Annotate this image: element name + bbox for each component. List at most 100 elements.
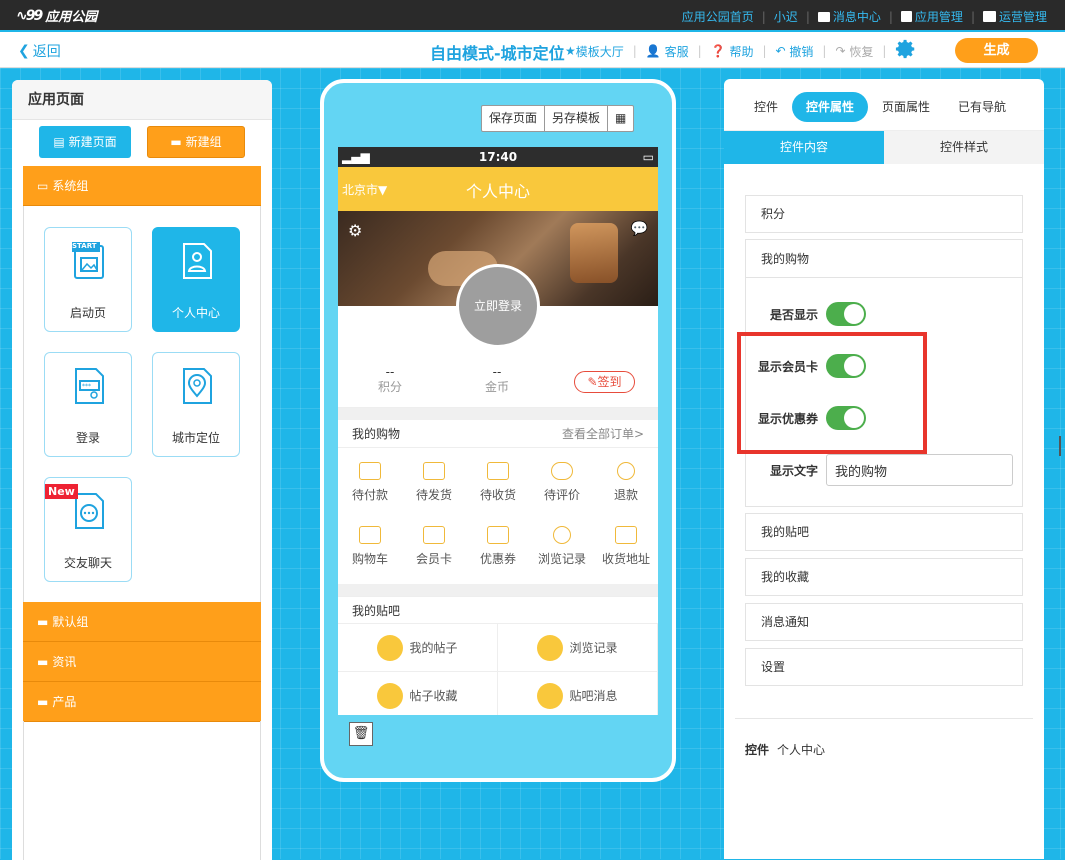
- shop-item-label: 待发货: [415, 488, 452, 502]
- delete-button[interactable]: 🗑: [349, 722, 373, 746]
- nav-apps-link[interactable]: 应用管理: [900, 8, 963, 25]
- setting-my-favorites[interactable]: 我的收藏: [745, 558, 1023, 596]
- scrollbar-handle[interactable]: [1059, 436, 1061, 456]
- truck-icon: [487, 462, 509, 480]
- shop-item-label: 会员卡: [415, 552, 452, 566]
- group-product-label: 产品: [52, 694, 77, 709]
- stat-coins-label: 金币: [484, 380, 509, 394]
- shop-item-pending-shipment[interactable]: 待发货: [402, 452, 466, 516]
- shop-item-label: 浏览记录: [537, 552, 586, 566]
- page-card-personal-center[interactable]: 个人中心: [152, 227, 240, 332]
- page-card-chat[interactable]: New 交友聊天: [44, 477, 132, 582]
- app-header: 北京市▼ 个人中心: [338, 167, 658, 211]
- nav-home-link[interactable]: 应用公园首页: [682, 8, 754, 25]
- map-icon: [615, 526, 637, 544]
- chevron-left-icon: ❮: [18, 43, 30, 59]
- shop-item-member-card[interactable]: 会员卡: [402, 516, 466, 580]
- tieba-favorites[interactable]: 帖子收藏: [338, 672, 498, 715]
- signin-label: 签到: [597, 375, 622, 389]
- page-card-start[interactable]: START 启动页: [44, 227, 132, 332]
- setting-my-tieba[interactable]: 我的贴吧: [745, 513, 1023, 551]
- service-button[interactable]: 客服: [665, 43, 689, 60]
- stat-coins[interactable]: -- 金币: [467, 366, 527, 395]
- group-default[interactable]: ▬ 默认组: [23, 602, 261, 642]
- subtab-widget-content[interactable]: 控件内容: [724, 131, 884, 164]
- settings-gear-icon[interactable]: [895, 38, 917, 60]
- group-empty-area: [23, 721, 261, 860]
- show-text-input[interactable]: [826, 454, 1013, 486]
- view-all-orders-link[interactable]: 查看全部订单>: [562, 420, 644, 447]
- nav-ops-label: 运营管理: [998, 10, 1047, 24]
- tieba-section-title: 我的贴吧: [338, 596, 658, 624]
- widget-footer-value: 个人中心: [777, 743, 826, 757]
- stat-points[interactable]: -- 积分: [360, 366, 420, 395]
- shop-item-history[interactable]: 浏览记录: [530, 516, 594, 580]
- setting-notifications[interactable]: 消息通知: [745, 603, 1023, 641]
- nav-messages-link[interactable]: 消息中心: [817, 8, 881, 25]
- tieba-history[interactable]: 浏览记录: [498, 624, 658, 672]
- shop-item-address[interactable]: 收货地址: [594, 516, 658, 580]
- page-title: 自由模式-城市定位: [430, 44, 565, 63]
- edit-icon: ✎: [587, 375, 598, 389]
- help-icon: ❓: [710, 44, 726, 58]
- toolbar-divider: |: [822, 44, 827, 58]
- tieba-my-posts[interactable]: 我的帖子: [338, 624, 498, 672]
- shop-item-pending-receipt[interactable]: 待收货: [466, 452, 530, 516]
- setting-settings[interactable]: 设置: [745, 648, 1023, 686]
- toggle-row-visible: 是否显示: [756, 302, 866, 326]
- redo-button[interactable]: 恢复: [849, 43, 873, 60]
- tab-widgets[interactable]: 控件: [742, 92, 790, 122]
- shop-item-coupon[interactable]: 优惠券: [466, 516, 530, 580]
- new-badge: New: [45, 484, 78, 499]
- shop-item-cart[interactable]: 购物车: [338, 516, 402, 580]
- help-button[interactable]: 帮助: [729, 43, 753, 60]
- message-bubble-icon[interactable]: 💬: [631, 221, 648, 237]
- subtab-widget-style[interactable]: 控件样式: [884, 131, 1044, 164]
- shopping-setting-title[interactable]: 我的购物: [746, 240, 1022, 278]
- shop-item-refund[interactable]: 退款: [594, 452, 658, 516]
- app-logo[interactable]: ∿99 应用公园: [16, 6, 97, 26]
- phone-actions-bar: 保存页面 另存模板 ▦: [481, 105, 635, 132]
- clock-icon: [553, 526, 571, 544]
- page-icon: ▤: [53, 135, 65, 149]
- page-card-login[interactable]: *** 登录: [44, 352, 132, 457]
- group-system[interactable]: ▭ 系统组: [23, 166, 261, 206]
- properties-tabs: 控件 控件属性 页面属性 已有导航: [724, 79, 1044, 131]
- login-avatar-button[interactable]: 立即登录: [456, 264, 540, 348]
- group-product[interactable]: ▬ 产品: [23, 682, 261, 722]
- generate-button[interactable]: 生成: [955, 38, 1038, 63]
- tab-existing-nav[interactable]: 已有导航: [950, 92, 1014, 122]
- template-hall-button[interactable]: 模板大厅: [576, 43, 624, 60]
- folder-icon: ▬: [37, 694, 49, 709]
- shop-item-pending-payment[interactable]: 待付款: [338, 452, 402, 516]
- save-template-button[interactable]: 另存模板: [545, 106, 609, 131]
- save-page-button[interactable]: 保存页面: [482, 106, 546, 131]
- setting-points[interactable]: 积分: [745, 195, 1023, 233]
- list-icon: [982, 11, 996, 22]
- shop-item-pending-review[interactable]: 待评价: [530, 452, 594, 516]
- qrcode-button[interactable]: ▦: [608, 106, 633, 131]
- toolbar-divider: |: [762, 44, 767, 58]
- group-news[interactable]: ▬ 资讯: [23, 642, 261, 682]
- signin-button[interactable]: ✎签到: [574, 371, 635, 393]
- settings-icon[interactable]: ⚙: [348, 221, 362, 240]
- location-page-icon: [183, 368, 212, 404]
- tab-widget-properties[interactable]: 控件属性: [792, 92, 868, 122]
- undo-button[interactable]: 撤销: [789, 43, 813, 60]
- new-page-button[interactable]: ▤ 新建页面: [39, 126, 131, 158]
- shop-item-label: 收货地址: [601, 552, 650, 566]
- tieba-messages[interactable]: 贴吧消息: [498, 672, 658, 715]
- comment-icon: [551, 462, 573, 480]
- back-label: 返回: [32, 44, 61, 60]
- logo-mark-icon: ∿99: [16, 7, 43, 24]
- stat-coins-value: --: [492, 365, 502, 379]
- nav-user-link[interactable]: 小迟: [774, 8, 798, 25]
- shop-item-label: 待付款: [351, 488, 388, 502]
- tab-page-properties[interactable]: 页面属性: [874, 92, 938, 122]
- toggle-visible-switch[interactable]: [826, 302, 866, 326]
- back-button[interactable]: ❮ 返回: [18, 41, 61, 61]
- page-card-city-location[interactable]: 城市定位: [152, 352, 240, 457]
- new-group-button[interactable]: ▬ 新建组: [147, 126, 245, 158]
- page-card-label: 登录: [75, 431, 100, 445]
- nav-ops-link[interactable]: 运营管理: [982, 8, 1047, 25]
